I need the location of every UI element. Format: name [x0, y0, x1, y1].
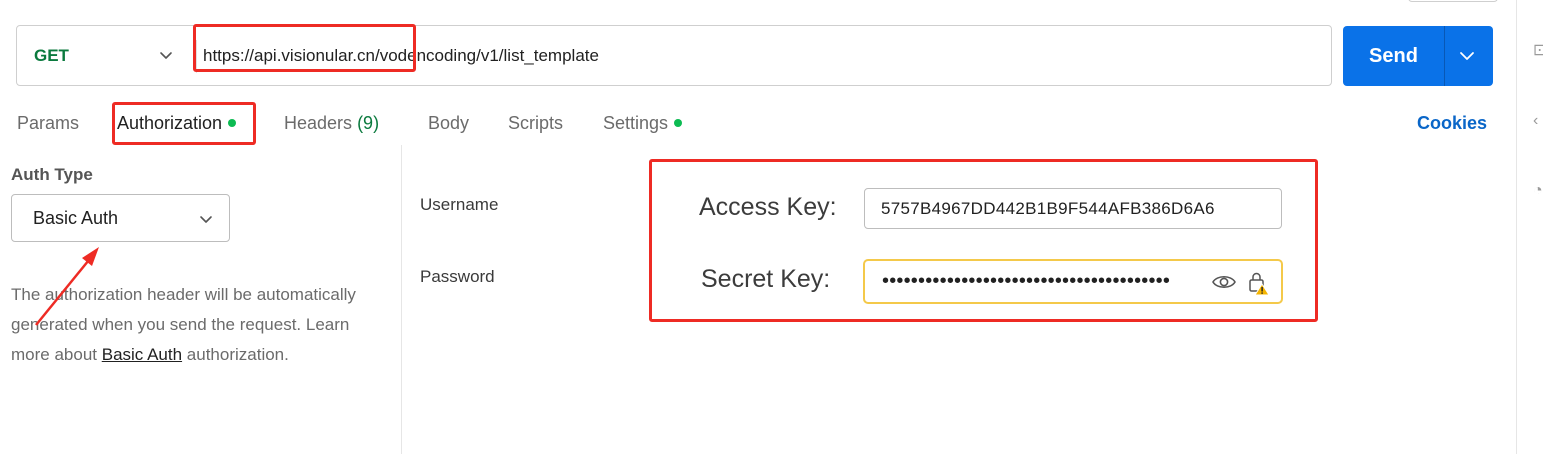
tab-params[interactable]: Params	[17, 111, 79, 135]
tab-label: Params	[17, 113, 80, 133]
tab-headers[interactable]: Headers (9)	[284, 111, 379, 135]
method-divider	[196, 40, 197, 73]
password-label: Password	[420, 267, 495, 286]
auth-type-value: Basic Auth	[33, 207, 119, 228]
url-input[interactable]: https://api.visionular.cn/vodencoding/v1…	[203, 26, 599, 85]
access-key-label: Access Key:	[699, 193, 837, 221]
request-bar: GET https://api.visionular.cn/vodencodin…	[16, 25, 1332, 86]
send-button[interactable]: Send	[1343, 26, 1493, 86]
panel-divider	[401, 145, 402, 454]
panel-edge-divider	[1516, 0, 1517, 454]
secret-key-mask: ••••••••••••••••••••••••••••••••••••••••	[882, 270, 1171, 292]
tab-label: Scripts	[508, 113, 564, 133]
tab-label: Body	[428, 113, 470, 133]
chevron-down-icon	[160, 52, 172, 59]
tab-authorization[interactable]: Authorization	[117, 111, 237, 135]
status-dot	[674, 118, 683, 127]
tab-label: Headers	[284, 113, 353, 133]
send-divider	[1444, 26, 1445, 86]
top-corner-control	[1408, 0, 1498, 2]
status-dot	[228, 118, 237, 127]
cookies-link[interactable]: Cookies	[1417, 111, 1487, 135]
username-label: Username	[420, 195, 499, 214]
method-label: GET	[34, 45, 69, 65]
auth-description: The authorization header will be automat…	[11, 280, 381, 370]
tab-label: Settings	[603, 113, 669, 133]
lock-warning-icon[interactable]	[1247, 270, 1271, 296]
basic-auth-link[interactable]: Basic Auth	[102, 345, 182, 364]
auth-type-select[interactable]: Basic Auth	[11, 194, 230, 242]
chevron-down-icon[interactable]	[1457, 48, 1477, 64]
tab-label: Authorization	[117, 113, 223, 133]
tab-count: (9)	[357, 113, 380, 133]
method-select[interactable]: GET	[17, 26, 189, 85]
secret-key-input[interactable]: ••••••••••••••••••••••••••••••••••••••••	[863, 259, 1283, 304]
chevron-down-icon	[200, 216, 212, 223]
eye-icon[interactable]	[1211, 271, 1237, 293]
auth-description-tail: authorization.	[182, 345, 289, 364]
secret-key-label: Secret Key:	[701, 265, 831, 293]
tab-body[interactable]: Body	[428, 111, 469, 135]
edge-icon-1[interactable]: ⊡	[1533, 40, 1543, 60]
access-key-input[interactable]: 5757B4967DD442B1B9F544AFB386D6A6	[864, 188, 1282, 229]
tab-scripts[interactable]: Scripts	[508, 111, 563, 135]
tab-settings[interactable]: Settings	[603, 111, 683, 135]
auth-type-label: Auth Type	[11, 165, 93, 184]
edge-icon-2[interactable]: ‹	[1533, 112, 1538, 130]
send-label: Send	[1369, 44, 1418, 67]
edge-icon-3[interactable]: ◔	[1533, 182, 1543, 200]
